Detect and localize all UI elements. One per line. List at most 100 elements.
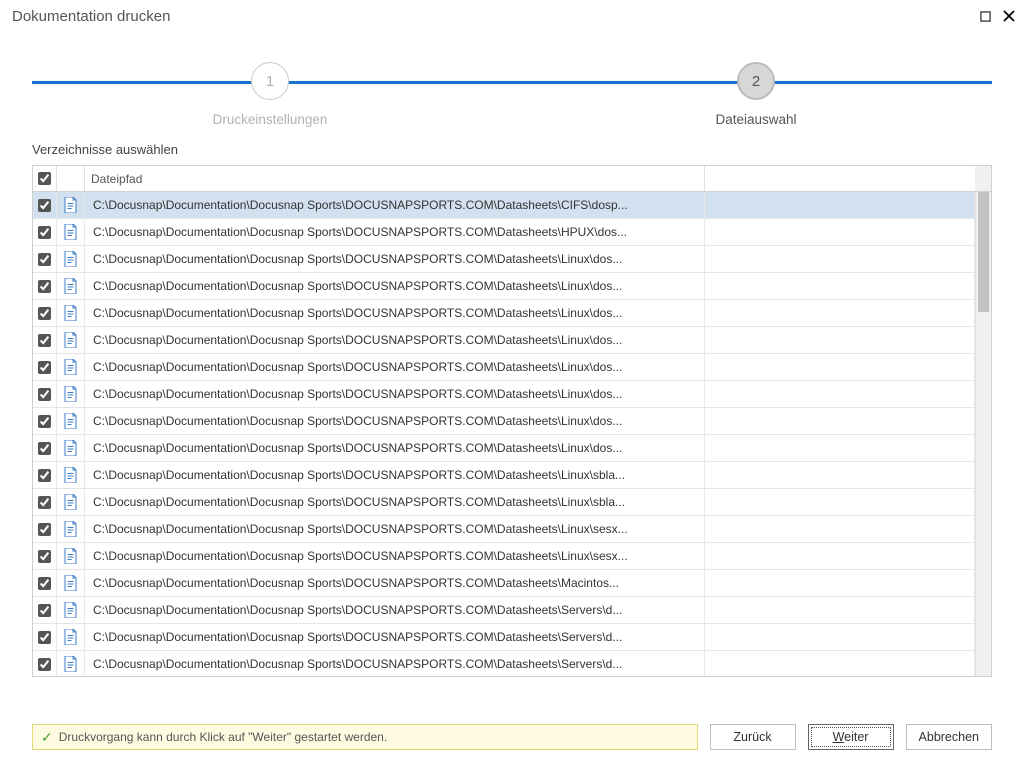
row-checkbox[interactable] xyxy=(38,442,51,455)
step-1[interactable]: 1 xyxy=(251,62,289,100)
scrollbar-thumb[interactable] xyxy=(978,192,989,312)
row-path: C:\Docusnap\Documentation\Docusnap Sport… xyxy=(85,516,705,542)
table-row[interactable]: C:\Docusnap\Documentation\Docusnap Sport… xyxy=(33,651,975,676)
row-checkbox[interactable] xyxy=(38,658,51,671)
row-checkbox[interactable] xyxy=(38,253,51,266)
document-icon xyxy=(57,219,85,245)
vertical-scrollbar[interactable] xyxy=(975,192,991,676)
header-select-all[interactable] xyxy=(33,166,57,191)
row-path: C:\Docusnap\Documentation\Docusnap Sport… xyxy=(85,624,705,650)
row-extra xyxy=(705,462,975,488)
row-checkbox-cell xyxy=(33,516,57,542)
next-button[interactable]: Weiter xyxy=(808,724,894,750)
table-row[interactable]: C:\Docusnap\Documentation\Docusnap Sport… xyxy=(33,435,975,462)
row-checkbox[interactable] xyxy=(38,523,51,536)
grid-body: C:\Docusnap\Documentation\Docusnap Sport… xyxy=(33,192,991,676)
row-extra xyxy=(705,300,975,326)
row-extra xyxy=(705,192,975,218)
select-all-checkbox[interactable] xyxy=(38,172,51,185)
row-extra xyxy=(705,381,975,407)
close-button[interactable] xyxy=(1002,9,1016,23)
row-path: C:\Docusnap\Documentation\Docusnap Sport… xyxy=(85,354,705,380)
row-extra xyxy=(705,327,975,353)
row-path: C:\Docusnap\Documentation\Docusnap Sport… xyxy=(85,489,705,515)
row-checkbox[interactable] xyxy=(38,604,51,617)
back-button[interactable]: Zurück xyxy=(710,724,796,750)
maximize-button[interactable] xyxy=(978,9,992,23)
next-button-rest: eiter xyxy=(844,730,868,744)
row-extra xyxy=(705,408,975,434)
row-checkbox-cell xyxy=(33,543,57,569)
row-checkbox[interactable] xyxy=(38,469,51,482)
step-1-number: 1 xyxy=(266,73,274,90)
row-checkbox[interactable] xyxy=(38,361,51,374)
table-row[interactable]: C:\Docusnap\Documentation\Docusnap Sport… xyxy=(33,462,975,489)
document-icon xyxy=(57,624,85,650)
grid-rows: C:\Docusnap\Documentation\Docusnap Sport… xyxy=(33,192,975,676)
table-row[interactable]: C:\Docusnap\Documentation\Docusnap Sport… xyxy=(33,624,975,651)
table-row[interactable]: C:\Docusnap\Documentation\Docusnap Sport… xyxy=(33,543,975,570)
table-row[interactable]: C:\Docusnap\Documentation\Docusnap Sport… xyxy=(33,192,975,219)
row-checkbox[interactable] xyxy=(38,226,51,239)
row-checkbox-cell xyxy=(33,408,57,434)
row-checkbox-cell xyxy=(33,435,57,461)
table-row[interactable]: C:\Docusnap\Documentation\Docusnap Sport… xyxy=(33,408,975,435)
document-icon xyxy=(57,327,85,353)
row-path: C:\Docusnap\Documentation\Docusnap Sport… xyxy=(85,570,705,596)
document-icon xyxy=(57,543,85,569)
row-checkbox-cell xyxy=(33,300,57,326)
row-path: C:\Docusnap\Documentation\Docusnap Sport… xyxy=(85,192,705,218)
table-row[interactable]: C:\Docusnap\Documentation\Docusnap Sport… xyxy=(33,516,975,543)
row-checkbox[interactable] xyxy=(38,307,51,320)
step-1-label: Druckeinstellungen xyxy=(170,112,370,127)
status-bar: ✓ Druckvorgang kann durch Klick auf "Wei… xyxy=(32,724,698,750)
step-2[interactable]: 2 xyxy=(737,62,775,100)
document-icon xyxy=(57,246,85,272)
row-checkbox-cell xyxy=(33,489,57,515)
header-path[interactable]: Dateipfad xyxy=(85,166,705,191)
table-row[interactable]: C:\Docusnap\Documentation\Docusnap Sport… xyxy=(33,597,975,624)
document-icon xyxy=(57,300,85,326)
row-extra xyxy=(705,516,975,542)
table-row[interactable]: C:\Docusnap\Documentation\Docusnap Sport… xyxy=(33,246,975,273)
row-checkbox[interactable] xyxy=(38,631,51,644)
step-2-number: 2 xyxy=(752,73,760,90)
document-icon xyxy=(57,516,85,542)
table-row[interactable]: C:\Docusnap\Documentation\Docusnap Sport… xyxy=(33,300,975,327)
row-extra xyxy=(705,273,975,299)
status-text: Druckvorgang kann durch Klick auf "Weite… xyxy=(59,730,387,744)
table-row[interactable]: C:\Docusnap\Documentation\Docusnap Sport… xyxy=(33,354,975,381)
row-checkbox[interactable] xyxy=(38,199,51,212)
row-checkbox[interactable] xyxy=(38,415,51,428)
row-path: C:\Docusnap\Documentation\Docusnap Sport… xyxy=(85,381,705,407)
row-path: C:\Docusnap\Documentation\Docusnap Sport… xyxy=(85,246,705,272)
table-row[interactable]: C:\Docusnap\Documentation\Docusnap Sport… xyxy=(33,570,975,597)
row-checkbox[interactable] xyxy=(38,577,51,590)
row-checkbox[interactable] xyxy=(38,550,51,563)
stepper-line xyxy=(32,81,992,84)
row-checkbox[interactable] xyxy=(38,334,51,347)
row-extra xyxy=(705,435,975,461)
document-icon xyxy=(57,462,85,488)
table-row[interactable]: C:\Docusnap\Documentation\Docusnap Sport… xyxy=(33,219,975,246)
table-row[interactable]: C:\Docusnap\Documentation\Docusnap Sport… xyxy=(33,273,975,300)
document-icon xyxy=(57,354,85,380)
header-icon-col xyxy=(57,166,85,191)
row-checkbox-cell xyxy=(33,273,57,299)
document-icon xyxy=(57,273,85,299)
row-checkbox[interactable] xyxy=(38,388,51,401)
table-row[interactable]: C:\Docusnap\Documentation\Docusnap Sport… xyxy=(33,381,975,408)
row-checkbox-cell xyxy=(33,624,57,650)
row-extra xyxy=(705,570,975,596)
cancel-button[interactable]: Abbrechen xyxy=(906,724,992,750)
row-extra xyxy=(705,246,975,272)
row-extra xyxy=(705,219,975,245)
document-icon xyxy=(57,192,85,218)
row-checkbox[interactable] xyxy=(38,280,51,293)
table-row[interactable]: C:\Docusnap\Documentation\Docusnap Sport… xyxy=(33,489,975,516)
file-grid: Dateipfad C:\Docusnap\Documentation\Docu… xyxy=(32,165,992,677)
table-row[interactable]: C:\Docusnap\Documentation\Docusnap Sport… xyxy=(33,327,975,354)
row-extra xyxy=(705,624,975,650)
row-checkbox[interactable] xyxy=(38,496,51,509)
window-title: Dokumentation drucken xyxy=(8,8,978,25)
